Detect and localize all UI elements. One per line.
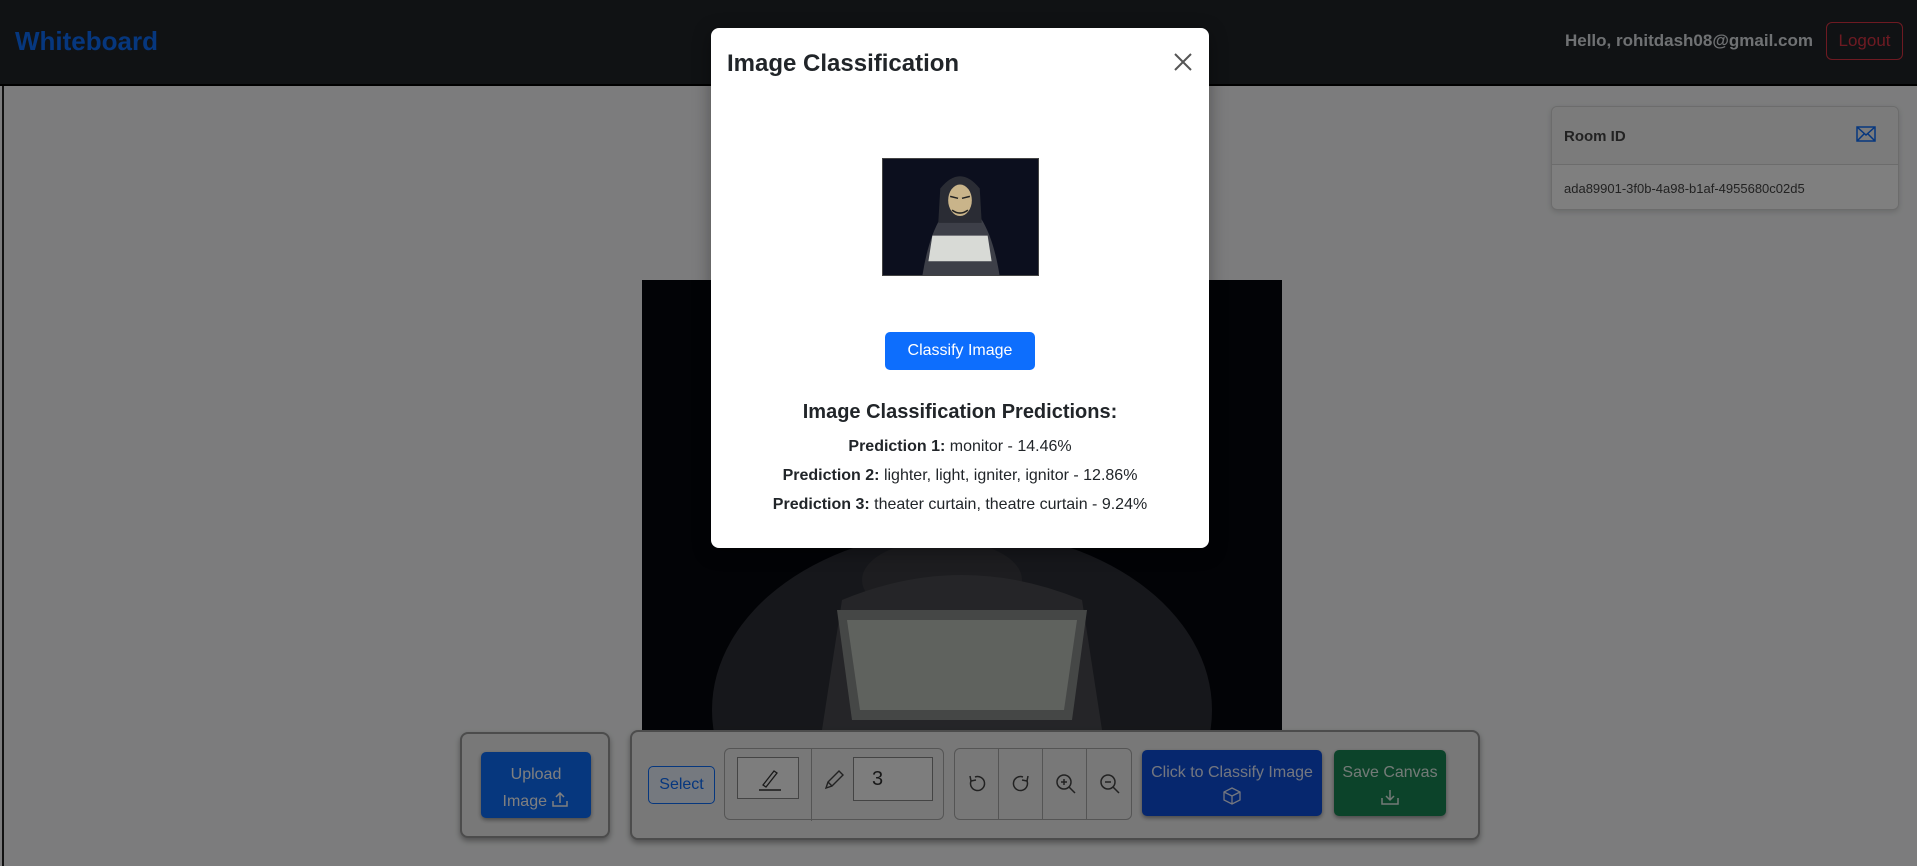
uploaded-image-preview [882,158,1039,276]
prediction-text: monitor - 14.46% [949,438,1072,455]
prediction-label: Prediction 2: [782,467,880,484]
close-icon[interactable] [1171,50,1195,74]
predictions-title: Image Classification Predictions: [802,401,1118,423]
prediction-item: Prediction 3: theater curtain, theatre c… [711,496,1209,514]
prediction-item: Prediction 2: lighter, light, igniter, i… [711,467,1209,485]
modal-title: Image Classification [727,50,960,77]
prediction-item: Prediction 1: monitor - 14.46% [711,438,1209,456]
classify-button[interactable]: Classify Image [885,332,1035,370]
prediction-label: Prediction 3: [772,496,870,513]
image-classification-modal: Image Classification Classify Image Imag… [711,28,1209,548]
prediction-text: lighter, light, igniter, ignitor - 12.86… [883,467,1138,484]
prediction-text: theater curtain, theatre curtain - 9.24% [874,496,1148,513]
prediction-label: Prediction 1: [848,438,946,455]
